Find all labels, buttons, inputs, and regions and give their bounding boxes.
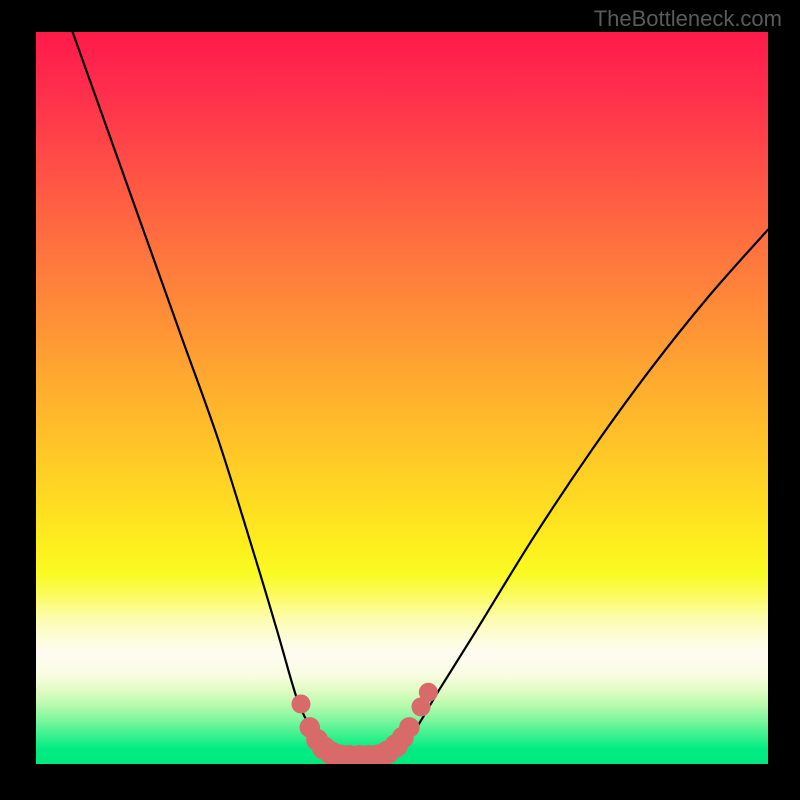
curve-left [73,32,351,757]
curve-right [380,230,768,757]
bead-marker [291,694,310,713]
bead-marker [419,683,438,702]
bead-marker [399,717,419,737]
watermark-label: TheBottleneck.com [594,6,782,32]
bead-marker-group [291,683,437,764]
chart-svg [36,32,768,764]
plot-area [36,32,768,764]
